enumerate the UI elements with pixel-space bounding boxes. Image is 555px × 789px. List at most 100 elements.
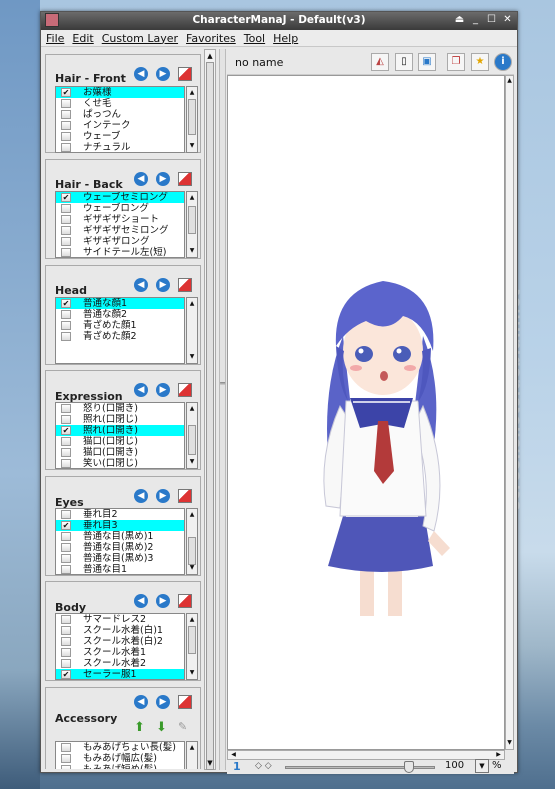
zoom-slider-knob[interactable] bbox=[404, 761, 414, 773]
list-scrollbar[interactable]: ▲ ▼ bbox=[186, 402, 198, 469]
list-item[interactable]: ギザギザセミロング bbox=[56, 225, 184, 236]
next-icon[interactable]: ▶ bbox=[156, 594, 170, 608]
list-item[interactable]: ✔ 照れ(口開き) bbox=[56, 425, 184, 436]
list-item[interactable]: ✔ お嬢様 bbox=[56, 87, 184, 98]
copy-icon[interactable] bbox=[178, 278, 192, 292]
preview-canvas[interactable] bbox=[227, 75, 505, 750]
list-scrollbar[interactable]: ▲ ▼ bbox=[186, 613, 198, 680]
list-item[interactable]: ✔ 垂れ目3 bbox=[56, 520, 184, 531]
move-down-icon[interactable]: ⬇ bbox=[156, 720, 170, 735]
favorite-star-icon[interactable]: ★ bbox=[471, 53, 489, 71]
split-divider[interactable]: ═ bbox=[219, 49, 226, 770]
item-checkbox[interactable]: ✔ bbox=[61, 426, 71, 435]
new-page-icon[interactable]: ▯ bbox=[395, 53, 413, 71]
item-checkbox[interactable] bbox=[61, 332, 71, 341]
move-up-icon[interactable]: ⬆ bbox=[134, 720, 148, 735]
list-item[interactable]: スクール水着(白)1 bbox=[56, 625, 184, 636]
menu-favorites[interactable]: Favorites bbox=[186, 32, 236, 45]
list-item[interactable]: ぱっつん bbox=[56, 109, 184, 120]
list-item[interactable]: 普通な目1 bbox=[56, 564, 184, 574]
next-icon[interactable]: ▶ bbox=[156, 67, 170, 81]
list-scrollbar[interactable]: ▲ ▼ bbox=[186, 508, 198, 575]
copy-icon[interactable] bbox=[178, 489, 192, 503]
item-checkbox[interactable] bbox=[61, 143, 71, 152]
eject-button[interactable]: ⏏ bbox=[454, 14, 465, 26]
save-icon[interactable]: ▣ bbox=[418, 53, 436, 71]
list-item[interactable]: 猫口(口閉じ) bbox=[56, 436, 184, 447]
parts-scrollbar[interactable]: ▲ ▼ bbox=[204, 49, 216, 770]
list-scrollbar[interactable]: ▲ ▼ bbox=[186, 86, 198, 153]
item-checkbox[interactable] bbox=[61, 743, 71, 752]
item-checkbox[interactable] bbox=[61, 459, 71, 468]
prev-icon[interactable]: ◀ bbox=[134, 172, 148, 186]
close-button[interactable]: ✕ bbox=[502, 14, 513, 26]
item-checkbox[interactable] bbox=[61, 543, 71, 552]
list-item[interactable]: ✔ ウェーブセミロング bbox=[56, 192, 184, 203]
item-checkbox[interactable] bbox=[61, 226, 71, 235]
list-item[interactable]: スクール水着2 bbox=[56, 658, 184, 669]
next-icon[interactable]: ▶ bbox=[156, 695, 170, 709]
prev-icon[interactable]: ◀ bbox=[134, 489, 148, 503]
list-item[interactable]: ナチュラル bbox=[56, 142, 184, 152]
item-checkbox[interactable] bbox=[61, 110, 71, 119]
copy-icon[interactable] bbox=[178, 594, 192, 608]
item-checkbox[interactable] bbox=[61, 637, 71, 646]
item-checkbox[interactable] bbox=[61, 215, 71, 224]
prev-icon[interactable]: ◀ bbox=[134, 695, 148, 709]
list-scrollbar[interactable]: ▲ ▼ bbox=[186, 191, 198, 258]
list-item[interactable]: ギザギザロング bbox=[56, 236, 184, 247]
menu-help[interactable]: Help bbox=[273, 32, 298, 45]
maximize-button[interactable]: ☐ bbox=[486, 14, 497, 26]
zoom-dropdown-button[interactable]: ▼ bbox=[475, 759, 489, 773]
list-item[interactable]: スクール水着1 bbox=[56, 647, 184, 658]
copy-image-icon[interactable]: ❐ bbox=[447, 53, 465, 71]
list-item[interactable]: 普通な目(黒め)2 bbox=[56, 542, 184, 553]
list-item[interactable]: スクール水着(白)2 bbox=[56, 636, 184, 647]
next-icon[interactable]: ▶ bbox=[156, 489, 170, 503]
minimize-button[interactable]: _ bbox=[470, 14, 481, 26]
list-item[interactable]: ギザギザショート bbox=[56, 214, 184, 225]
list-item[interactable]: ウェーブ bbox=[56, 131, 184, 142]
item-checkbox[interactable] bbox=[61, 659, 71, 668]
list-item[interactable]: 怒り(口開き) bbox=[56, 403, 184, 414]
item-checkbox[interactable] bbox=[61, 121, 71, 130]
list-item[interactable]: 青ざめた顔2 bbox=[56, 331, 184, 342]
menu-tool[interactable]: Tool bbox=[244, 32, 265, 45]
copy-icon[interactable] bbox=[178, 172, 192, 186]
list-item[interactable]: 照れ(口閉じ) bbox=[56, 414, 184, 425]
copy-icon[interactable] bbox=[178, 383, 192, 397]
edit-icon[interactable]: ✎ bbox=[178, 720, 192, 735]
menu-file[interactable]: File bbox=[46, 32, 64, 45]
item-checkbox[interactable] bbox=[61, 615, 71, 624]
item-checkbox[interactable]: ✔ bbox=[61, 193, 71, 202]
item-checkbox[interactable] bbox=[61, 765, 71, 769]
list-item[interactable]: サイドテール左(短) bbox=[56, 247, 184, 257]
list-item[interactable]: 普通な目(黒め)1 bbox=[56, 531, 184, 542]
copy-icon[interactable] bbox=[178, 695, 192, 709]
list-item[interactable]: 青ざめた顔1 bbox=[56, 320, 184, 331]
item-checkbox[interactable] bbox=[61, 554, 71, 563]
canvas-horizontal-scrollbar[interactable]: ◀ ▶ bbox=[227, 750, 505, 760]
zoom-slider[interactable] bbox=[285, 761, 435, 773]
item-checkbox[interactable] bbox=[61, 648, 71, 657]
flip-icon[interactable]: ◭ bbox=[371, 53, 389, 71]
menu-edit[interactable]: Edit bbox=[72, 32, 93, 45]
item-checkbox[interactable]: ✔ bbox=[61, 88, 71, 97]
item-checkbox[interactable] bbox=[61, 321, 71, 330]
list-item[interactable]: 垂れ目2 bbox=[56, 509, 184, 520]
item-checkbox[interactable] bbox=[61, 132, 71, 141]
item-checkbox[interactable]: ✔ bbox=[61, 521, 71, 530]
list-item[interactable]: もみあげ短め(髪) bbox=[56, 764, 184, 769]
list-item[interactable]: ✔ セーラー服1 bbox=[56, 669, 184, 679]
list-item[interactable]: もみあげちょい長(髪) bbox=[56, 742, 184, 753]
info-icon[interactable]: i bbox=[494, 53, 512, 71]
list-item[interactable]: くせ毛 bbox=[56, 98, 184, 109]
item-checkbox[interactable] bbox=[61, 237, 71, 246]
item-checkbox[interactable] bbox=[61, 437, 71, 446]
item-checkbox[interactable] bbox=[61, 754, 71, 763]
list-scrollbar[interactable]: ▲ ▼ bbox=[186, 297, 198, 364]
prev-icon[interactable]: ◀ bbox=[134, 594, 148, 608]
prev-icon[interactable]: ◀ bbox=[134, 278, 148, 292]
menu-custom-layer[interactable]: Custom Layer bbox=[102, 32, 178, 45]
next-icon[interactable]: ▶ bbox=[156, 278, 170, 292]
